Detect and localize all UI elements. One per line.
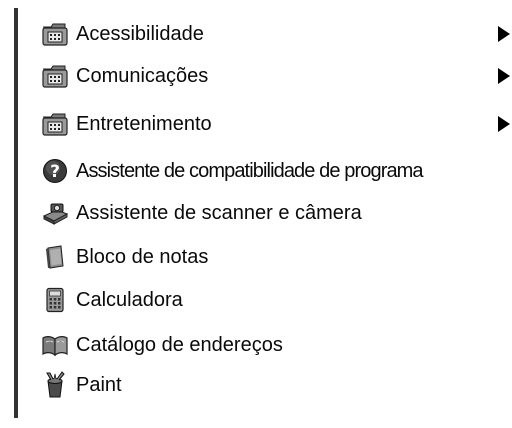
calculator-icon (40, 285, 70, 315)
all-programs-submenu: Acessibilidade Comunicações Entretenimen… (0, 0, 512, 428)
svg-text:?: ? (50, 162, 60, 182)
program-group-folder-icon (40, 109, 70, 139)
menu-item-label: Comunicações (76, 65, 209, 87)
menu-item-label: Bloco de notas (76, 246, 209, 268)
menu-item-bloco-de-notas[interactable]: Bloco de notas (40, 239, 510, 275)
scanner-camera-icon (40, 198, 70, 228)
menu-item-label: Assistente de compatibilidade de program… (76, 160, 424, 182)
menu-item-label: Catálogo de endereços (76, 334, 283, 356)
menu-item-label: Assistente de scanner e câmera (76, 202, 362, 224)
menu-item-catalogo-de-enderecos[interactable]: Catálogo de endereços (40, 327, 510, 363)
help-question-icon: ? (40, 156, 70, 186)
submenu-arrow-icon (498, 26, 510, 42)
menu-item-label: Paint (76, 374, 122, 396)
menu-item-comunicacoes[interactable]: Comunicações (40, 58, 510, 94)
notepad-icon (40, 242, 70, 272)
paint-icon (40, 370, 70, 400)
address-book-icon (40, 330, 70, 360)
menu-item-entretenimento[interactable]: Entretenimento (40, 106, 510, 142)
menu-item-assistente-scanner[interactable]: Assistente de scanner e câmera (40, 195, 510, 231)
menu-item-assistente-compatibilidade[interactable]: ? Assistente de compatibilidade de progr… (40, 153, 510, 189)
menu-left-border (14, 8, 18, 418)
submenu-arrow-icon (498, 116, 510, 132)
program-group-folder-icon (40, 19, 70, 49)
menu-item-label: Calculadora (76, 289, 183, 311)
menu-item-calculadora[interactable]: Calculadora (40, 282, 510, 318)
menu-item-paint[interactable]: Paint (40, 367, 510, 403)
menu-item-label: Acessibilidade (76, 23, 204, 45)
menu-item-acessibilidade[interactable]: Acessibilidade (40, 16, 510, 52)
submenu-arrow-icon (498, 68, 510, 84)
program-group-folder-icon (40, 61, 70, 91)
menu-item-label: Entretenimento (76, 113, 212, 135)
